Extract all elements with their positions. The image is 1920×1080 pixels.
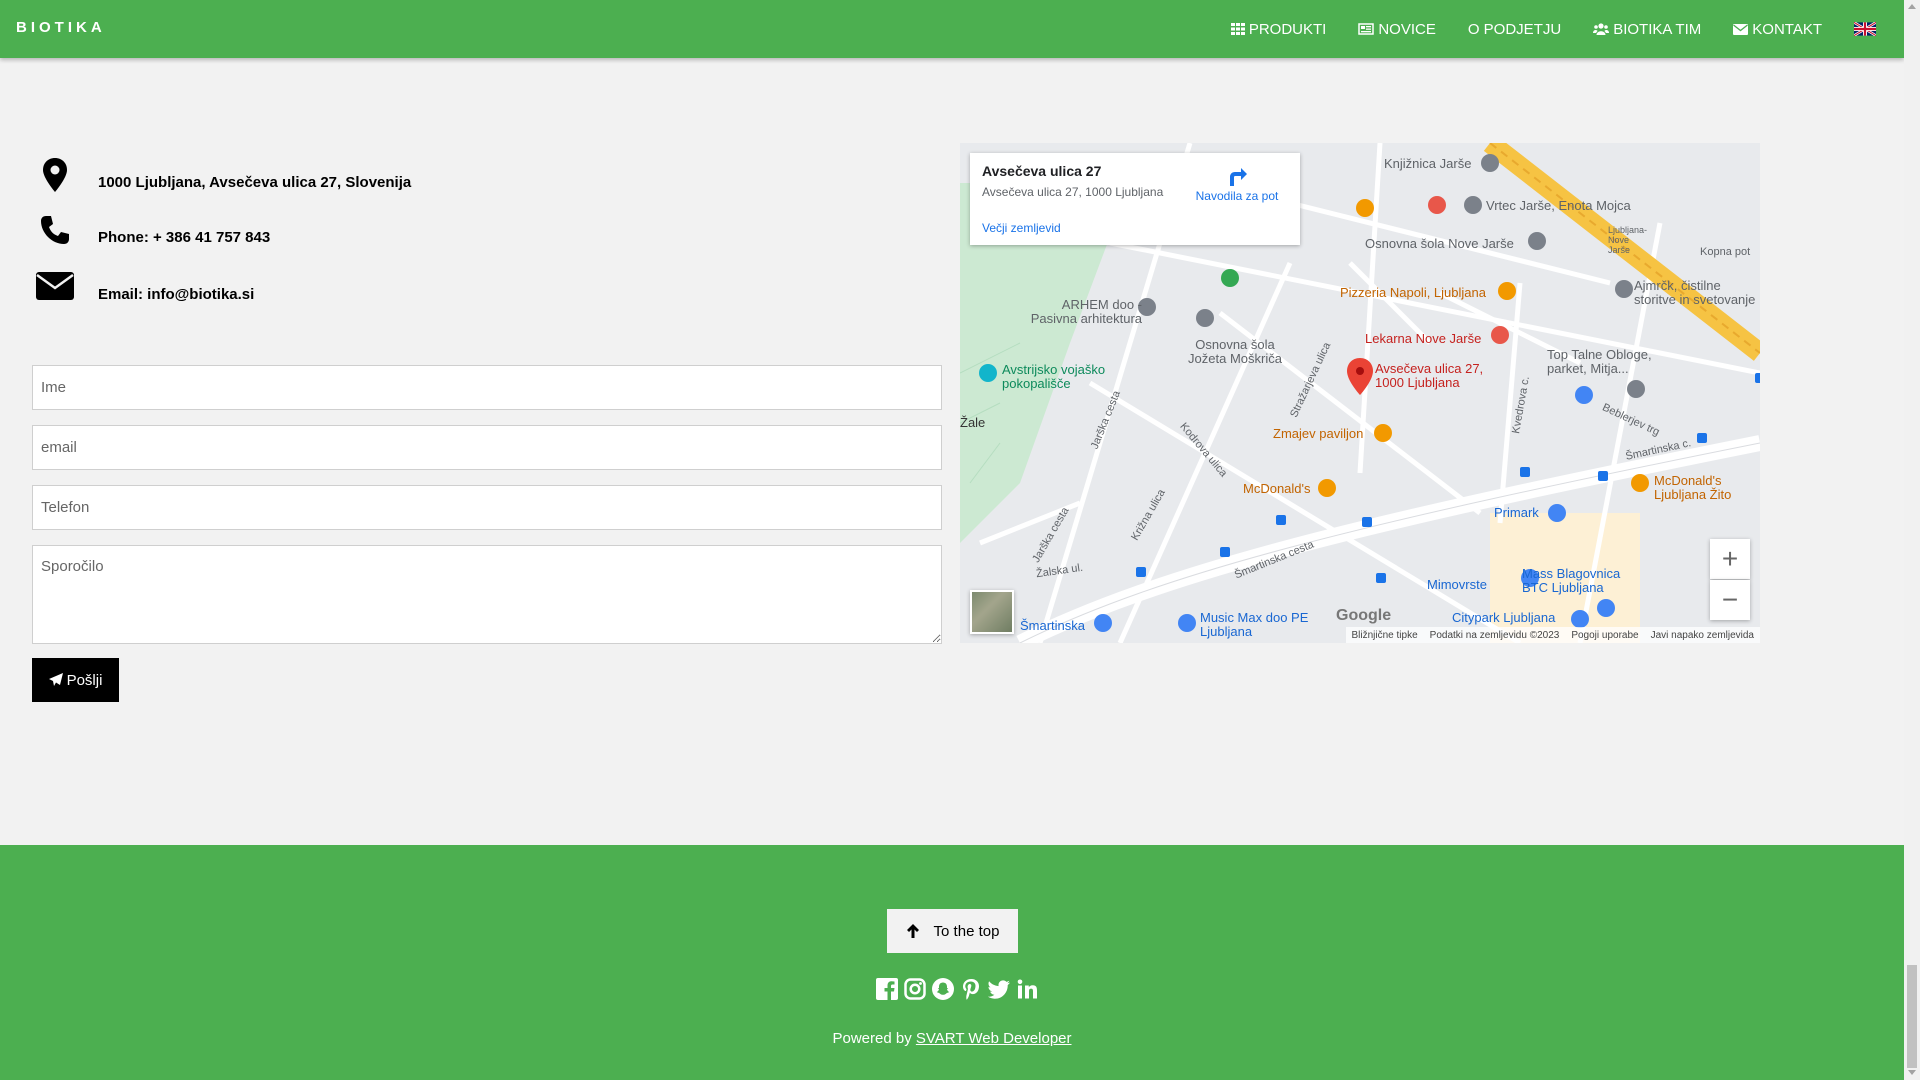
- map-label: Mass Blagovnica BTC Ljubljana: [1522, 566, 1621, 595]
- email-input[interactable]: [32, 425, 942, 470]
- map-label: Vrtec Jarše, Enota Mojca: [1486, 198, 1631, 213]
- map-label: Osnovna šola Jožeta Moškriča: [1188, 337, 1282, 366]
- nav-item-label: KONTAKT: [1752, 20, 1822, 38]
- nav-item-label: NOVICE: [1378, 20, 1436, 38]
- powered-link[interactable]: SVART Web Developer: [916, 1030, 1072, 1047]
- paper-plane-icon: [48, 673, 63, 686]
- larger-map-link[interactable]: Večji zemljevid: [982, 221, 1061, 235]
- pinterest-icon[interactable]: [960, 978, 982, 1000]
- instagram-icon[interactable]: [904, 978, 926, 1000]
- phone-text: Phone: + 386 41 757 843: [98, 229, 271, 246]
- report-error-link[interactable]: Javi napako zemljevida: [1645, 630, 1760, 641]
- zoom-out-button[interactable]: −: [1710, 580, 1750, 620]
- scrollbar-thumb[interactable]: [1907, 965, 1917, 1068]
- keyboard-shortcuts-link[interactable]: Bližnjične tipke: [1346, 630, 1424, 641]
- address-text: 1000 Ljubljana, Avsečeva ulica 27, Slove…: [98, 174, 412, 191]
- send-label: Pošlji: [66, 671, 103, 689]
- directions-label: Navodila za pot: [1195, 189, 1279, 203]
- twitter-icon[interactable]: [987, 978, 1010, 1000]
- map-label: Ljubljana-Nove Jarše: [1608, 225, 1648, 255]
- map-label: Knjižnica Jarše: [1384, 156, 1472, 171]
- linkedin-icon[interactable]: [1016, 978, 1038, 1000]
- map-label: Ajmrčk, čistilne storitve in svetovanje: [1634, 278, 1756, 307]
- map-label: Šmartinska: [1020, 618, 1086, 633]
- email-text: Email: info@biotika.si: [98, 286, 255, 303]
- envelope-icon: [30, 272, 80, 300]
- map-label: Mimovrste: [1427, 577, 1487, 592]
- map-label: McDonald's Ljubljana Žito: [1654, 473, 1732, 502]
- map-info-popup: Avsečeva ulica 27 Avsečeva ulica 27, 100…: [970, 153, 1300, 245]
- nav-item-o-podjetju[interactable]: O PODJETJU: [1468, 21, 1561, 38]
- navbar: BIOTIKA PRODUKTI NOVICE O PODJETJU BIOTI…: [0, 0, 1904, 58]
- map-label: Avstrijsko vojaško pokopališče: [1002, 362, 1106, 391]
- map-label: Music Max doo PE Ljubljana: [1200, 610, 1309, 639]
- page-scrollbar[interactable]: [1904, 0, 1920, 1080]
- nav-item-produkti[interactable]: PRODUKTI: [1230, 20, 1327, 38]
- nav-item-biotika-tim[interactable]: BIOTIKA TIM: [1593, 21, 1701, 38]
- social-links: [876, 978, 1038, 1000]
- phone-input[interactable]: [32, 485, 942, 530]
- nav-menu: PRODUKTI NOVICE O PODJETJU BIOTIKA TIM K…: [1199, 0, 1880, 58]
- grid-icon: [1230, 23, 1245, 35]
- directions-link[interactable]: Navodila za pot: [1192, 165, 1282, 203]
- map-label: Top Talne Obloge, parket, Mitja...: [1547, 347, 1652, 376]
- minus-icon: −: [1721, 584, 1739, 615]
- facebook-icon[interactable]: [876, 978, 898, 1000]
- to-the-top-label: To the top: [933, 922, 1000, 940]
- brand-logo[interactable]: BIOTIKA: [16, 19, 106, 36]
- map-label: Osnovna šola Nove Jarše: [1365, 236, 1514, 251]
- map-label: Zmajev paviljon: [1273, 426, 1364, 441]
- message-textarea[interactable]: [32, 545, 942, 644]
- map-attribution: Bližnjične tipke Podatki na zemljevidu ©…: [1345, 627, 1760, 643]
- scroll-down-arrow[interactable]: [1908, 1070, 1916, 1075]
- footer: To the top Powered by SVART Web Develope…: [0, 845, 1904, 1080]
- send-button[interactable]: Pošlji: [32, 658, 119, 702]
- map-label: Avsečeva ulica 27, 1000 Ljubljana: [1375, 361, 1484, 390]
- plus-icon: +: [1721, 543, 1739, 574]
- to-the-top-button[interactable]: To the top: [887, 909, 1018, 953]
- map-label: ARHEM doo - Pasivna arhitektura: [1030, 297, 1142, 326]
- terms-link[interactable]: Pogoji uporabe: [1565, 630, 1644, 641]
- popup-subtitle: Avsečeva ulica 27, 1000 Ljubljana: [982, 185, 1164, 199]
- phone-icon: [30, 215, 80, 245]
- envelope-icon: [1733, 23, 1749, 35]
- map-label: Žale: [960, 415, 986, 430]
- nav-item-novice[interactable]: NOVICE: [1358, 21, 1436, 38]
- map-label: Kopna pot: [1700, 246, 1751, 258]
- map-label: McDonald's: [1243, 481, 1311, 496]
- map-label: Pizzeria Napoli, Ljubljana: [1340, 285, 1486, 300]
- popup-title: Avsečeva ulica 27: [982, 163, 1102, 179]
- directions-icon: [1230, 168, 1247, 186]
- nav-item-label: BIOTIKA TIM: [1613, 20, 1702, 38]
- scroll-up-arrow[interactable]: [1908, 4, 1916, 9]
- snapchat-icon[interactable]: [932, 978, 954, 1000]
- name-input[interactable]: [32, 365, 942, 410]
- nav-item-kontakt[interactable]: KONTAKT: [1733, 21, 1822, 38]
- map-label: Citypark Ljubljana: [1452, 610, 1556, 625]
- language-switch[interactable]: [1854, 22, 1880, 36]
- map-label: Lekarna Nove Jarše: [1365, 331, 1482, 346]
- powered-text: Powered by: [832, 1030, 912, 1047]
- zoom-in-button[interactable]: +: [1710, 539, 1750, 579]
- powered-by: Powered by SVART Web Developer: [0, 1030, 1904, 1047]
- nav-item-label: PRODUKTI: [1248, 20, 1327, 38]
- map-data-text: Podatki na zemljevidu ©2023: [1429, 629, 1560, 641]
- satellite-layer-toggle[interactable]: [970, 590, 1014, 634]
- newspaper-icon: [1358, 23, 1375, 35]
- nav-item-label: O PODJETJU: [1467, 20, 1562, 38]
- map-label: Primark: [1494, 505, 1539, 520]
- map-embed[interactable]: Knjižnica Jarše Vrtec Jarše, Enota Mojca…: [960, 143, 1760, 643]
- map-pin-icon: [30, 158, 80, 192]
- arrow-up-icon: [906, 924, 919, 938]
- google-logo: Google: [1336, 607, 1392, 624]
- uk-flag-icon: [1854, 22, 1876, 36]
- users-icon: [1593, 23, 1610, 35]
